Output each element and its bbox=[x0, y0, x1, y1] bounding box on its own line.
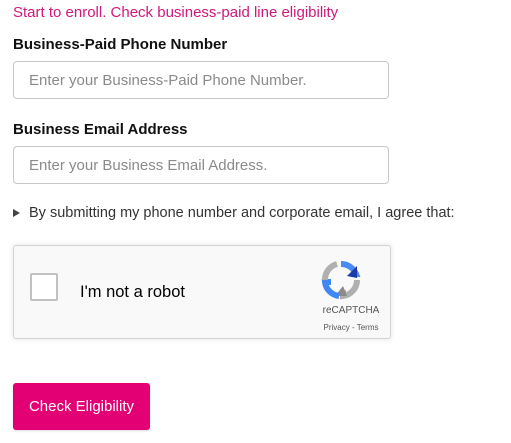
check-eligibility-button[interactable]: Check Eligibility bbox=[13, 383, 150, 430]
phone-number-label: Business-Paid Phone Number bbox=[13, 36, 228, 53]
recaptcha-brand-text: reCAPTCHA bbox=[322, 305, 380, 316]
recaptcha-terms-row: Privacy - Terms bbox=[296, 323, 406, 332]
recaptcha-privacy-link[interactable]: Privacy bbox=[324, 323, 350, 332]
email-address-label: Business Email Address bbox=[13, 121, 188, 138]
recaptcha-terms-separator: - bbox=[349, 323, 357, 332]
agreement-disclosure-text: By submitting my phone number and corpor… bbox=[29, 205, 455, 221]
recaptcha-label: I'm not a robot bbox=[80, 283, 185, 301]
recaptcha-checkbox[interactable] bbox=[30, 273, 58, 301]
recaptcha-terms-link[interactable]: Terms bbox=[357, 323, 379, 332]
recaptcha-logo-icon bbox=[321, 260, 361, 300]
recaptcha-widget: I'm not a robot reCAPTCHA Privacy - Term… bbox=[13, 245, 391, 339]
phone-number-input[interactable] bbox=[13, 61, 389, 99]
enroll-eligibility-link[interactable]: Start to enroll. Check business-paid lin… bbox=[13, 4, 338, 21]
triangle-right-icon bbox=[13, 209, 20, 217]
agreement-disclosure-toggle[interactable]: By submitting my phone number and corpor… bbox=[13, 205, 455, 221]
email-address-input[interactable] bbox=[13, 146, 389, 184]
